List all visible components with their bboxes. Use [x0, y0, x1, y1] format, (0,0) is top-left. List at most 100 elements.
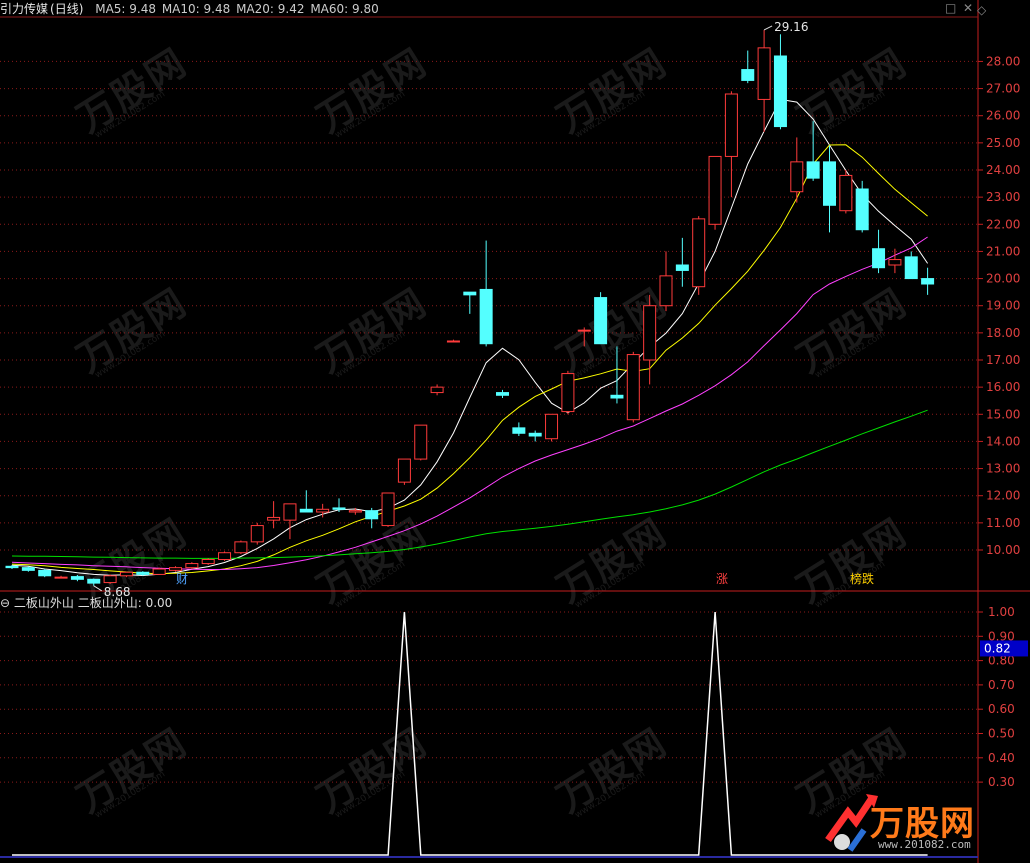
indicator-y-tick-label: 0.60	[988, 702, 1015, 716]
y-tick-label: 17.00	[986, 353, 1020, 367]
ma-line-ma10	[11, 144, 928, 575]
candle-body	[790, 161, 804, 193]
main-chart-header: 引力传媒 (日线) MA5: 9.48 MA10: 9.48 MA20: 9.42…	[0, 0, 381, 16]
candle-body	[692, 218, 706, 288]
candle-body	[643, 305, 657, 361]
candle-body	[218, 552, 232, 561]
candle-body	[806, 161, 820, 179]
chart-canvas[interactable]: 10.00 11.00 12.00 13.00 14.00 15.00 16.00 17.00…	[0, 0, 1030, 863]
candle-body	[316, 508, 330, 513]
candle-body	[528, 432, 542, 437]
ma60-label: MA60: 9.80	[310, 2, 379, 16]
candle-body	[561, 373, 575, 413]
candle-body	[348, 510, 362, 513]
high-pointer	[763, 25, 773, 31]
candle-body	[904, 256, 918, 280]
current-value-label: 0.82	[984, 641, 1011, 655]
ma20-label: MA20: 9.42	[236, 2, 305, 16]
indicator-title: 二板山外山	[13, 596, 74, 610]
y-tick-label: 14.00	[986, 434, 1020, 448]
event-marker: 涨	[716, 571, 728, 586]
indicator-y-tick-label: 0.30	[988, 775, 1015, 789]
event-marker: 榜跌	[850, 571, 874, 586]
ma10-label: MA10: 9.48	[161, 2, 231, 16]
candle-body	[397, 458, 411, 483]
candle-body	[577, 329, 591, 332]
high-label: 29.16	[774, 20, 808, 34]
logo-url: www.201082.com	[878, 838, 971, 851]
y-tick-label: 18.00	[986, 326, 1020, 340]
candle-body	[479, 288, 493, 345]
candle-body	[234, 541, 248, 554]
y-tick-label: 16.00	[986, 380, 1020, 394]
y-tick-label: 28.00	[986, 54, 1020, 68]
candle-body	[283, 503, 297, 521]
candle-body	[267, 516, 281, 521]
y-tick-label: 25.00	[986, 136, 1020, 150]
candle-body	[823, 161, 836, 206]
ma-line-ma20	[11, 236, 928, 570]
candle-body	[610, 394, 624, 399]
candle-body	[855, 188, 869, 231]
candle-body	[414, 424, 428, 460]
y-tick-label: 22.00	[986, 217, 1020, 231]
y-tick-label: 19.00	[986, 299, 1020, 313]
y-tick-label: 23.00	[986, 190, 1020, 204]
y-tick-label: 24.00	[986, 163, 1020, 177]
candle-body	[659, 275, 673, 307]
candle-body	[675, 264, 689, 271]
candle-body	[496, 392, 509, 396]
candle-body	[921, 278, 935, 285]
candle-body	[430, 386, 444, 394]
candle-body	[332, 507, 346, 510]
candle-body	[38, 569, 52, 577]
candle-body	[888, 259, 902, 266]
candle-body	[626, 354, 640, 421]
ma5-label: MA5: 9.48	[95, 2, 156, 16]
close-icon[interactable]: ✕	[963, 1, 973, 15]
candle-body	[201, 559, 215, 565]
ma-line-ma5	[11, 98, 929, 577]
candle-body	[103, 575, 117, 584]
candle-body	[741, 69, 755, 81]
low-pointer	[93, 585, 103, 592]
y-tick-label: 21.00	[986, 244, 1020, 258]
indicator-toggle-icon[interactable]: ⊖	[0, 596, 10, 610]
candle-body	[185, 563, 199, 569]
y-tick-label: 10.00	[986, 543, 1020, 557]
y-tick-label: 20.00	[986, 272, 1020, 286]
candle-body	[87, 578, 101, 584]
maximize-icon[interactable]: □	[945, 1, 956, 15]
y-tick-label: 11.00	[986, 516, 1020, 530]
candle-body	[365, 510, 379, 520]
candle-body	[5, 565, 19, 569]
ma-line-ma60	[11, 409, 928, 559]
candle-body	[757, 47, 771, 100]
candle-body	[54, 576, 68, 579]
candle-body	[545, 413, 559, 440]
candle-body	[152, 568, 166, 575]
y-tick-label: 15.00	[986, 407, 1020, 421]
candle-body	[594, 297, 608, 345]
brand-logo: 万股网 www.201082.com	[820, 790, 1020, 858]
candle-body	[708, 155, 722, 225]
candle-body	[446, 340, 460, 343]
y-tick-label: 26.00	[986, 109, 1020, 123]
indicator-y-tick-label: 1.00	[988, 605, 1015, 619]
y-tick-label: 27.00	[986, 82, 1020, 96]
indicator-line	[12, 611, 928, 856]
candle-body	[463, 291, 477, 296]
candle-body	[512, 427, 526, 434]
indicator-value: 二板山外山: 0.00	[77, 596, 173, 610]
diamond-icon[interactable]: ◇	[977, 3, 986, 17]
candle-body	[136, 571, 150, 575]
candle-body	[773, 55, 787, 128]
candle-body	[119, 571, 133, 577]
y-tick-label: 13.00	[986, 462, 1020, 476]
candle-body	[21, 567, 35, 571]
candle-body	[299, 508, 313, 513]
stock-chart-window: 万股网 www.201082.com 万股网 www.201082.com 万股网 www…	[0, 0, 1030, 863]
candle-body	[169, 567, 182, 571]
event-marker: 财	[176, 572, 188, 586]
candle-body	[381, 492, 395, 527]
